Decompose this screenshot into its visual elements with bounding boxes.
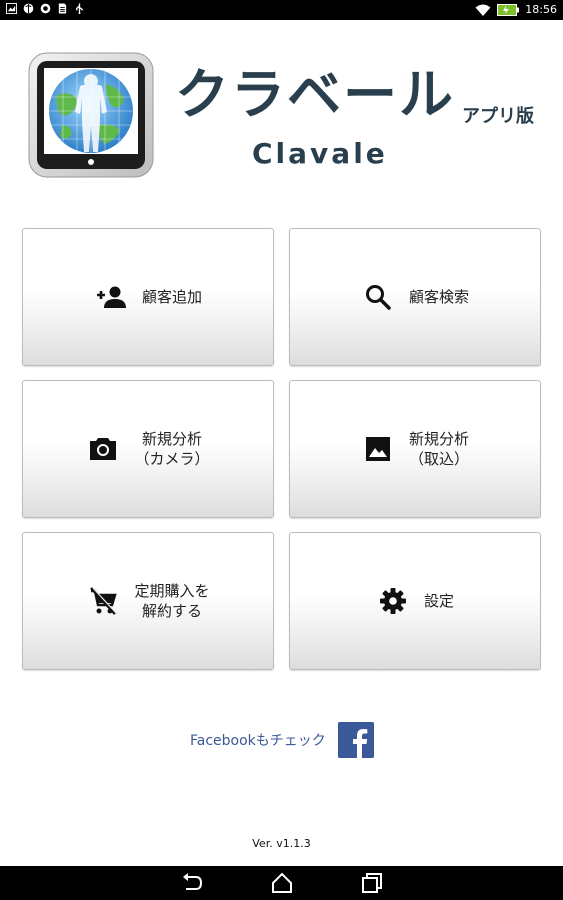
recent-apps-icon[interactable] <box>360 871 384 895</box>
add-person-icon <box>94 280 128 314</box>
search-customer-label: 顧客検索 <box>408 288 469 306</box>
battery-icon <box>497 4 520 16</box>
version-text: Ver. v1.1.3 <box>252 837 311 850</box>
cancel-subscription-label: 定期購入を 解約する <box>134 582 210 620</box>
search-customer-button[interactable]: 顧客検索 <box>289 228 541 366</box>
cancel-subscription-button[interactable]: 定期購入を 解約する <box>22 532 274 670</box>
usb-icon <box>76 3 83 14</box>
app-logo-icon <box>28 52 154 178</box>
app-title: クラベール <box>175 63 455 126</box>
app-subtitle: アプリ版 <box>462 106 534 127</box>
camera-icon <box>86 432 120 466</box>
new-analysis-import-label: 新規分析 （取込） <box>408 430 469 468</box>
status-bar: 18:56 <box>0 0 563 20</box>
facebook-label: Facebookもチェック <box>190 733 326 749</box>
facebook-icon[interactable] <box>337 722 374 758</box>
home-icon[interactable] <box>270 871 294 895</box>
notification-icons <box>6 3 85 14</box>
navigation-bar <box>0 866 563 900</box>
gallery-icon <box>6 3 17 14</box>
wifi-icon <box>475 4 491 16</box>
add-customer-label: 顧客追加 <box>141 288 202 306</box>
asus-icon <box>40 3 51 14</box>
new-analysis-import-button[interactable]: 新規分析 （取込） <box>289 380 541 518</box>
add-customer-button[interactable]: 顧客追加 <box>22 228 274 366</box>
document-icon <box>58 3 67 14</box>
clock: 18:56 <box>525 3 557 16</box>
new-analysis-camera-button[interactable]: 新規分析 （カメラ） <box>22 380 274 518</box>
settings-button[interactable]: 設定 <box>289 532 541 670</box>
browser-icon <box>23 3 34 14</box>
image-icon <box>361 432 395 466</box>
back-icon[interactable] <box>180 871 204 895</box>
gear-icon <box>376 584 410 618</box>
new-analysis-camera-label: 新規分析 （カメラ） <box>134 430 210 468</box>
app-name-en: Clavale <box>252 137 388 170</box>
search-icon <box>361 280 395 314</box>
settings-label: 設定 <box>423 592 454 610</box>
system-icons: 18:56 <box>475 2 557 18</box>
remove-cart-icon <box>86 584 120 618</box>
facebook-link[interactable]: Facebookもチェック <box>190 722 374 758</box>
